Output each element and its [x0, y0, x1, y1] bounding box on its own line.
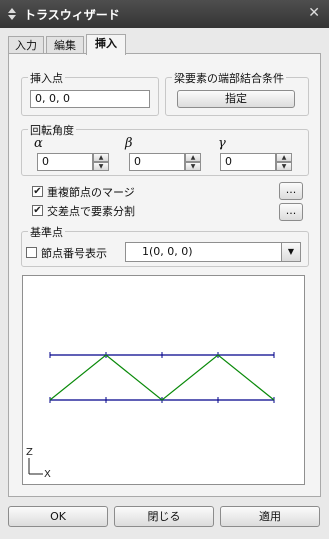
axis-z-label: Z — [26, 447, 33, 458]
truss-web-members — [49, 354, 275, 401]
show-node-number-checkbox[interactable] — [26, 247, 37, 258]
tab-panel: 挿入点 0, 0, 0 梁要素の端部結合条件 指定 回転角度 α 0 ▲ ▼ β… — [8, 53, 321, 497]
axis-indicator: Z X — [26, 447, 51, 480]
show-node-number-label: 節点番号表示 — [41, 247, 107, 260]
beta-input[interactable]: 0 — [129, 153, 185, 171]
beta-spinbox: 0 ▲ ▼ — [129, 153, 201, 171]
close-button[interactable]: 閉じる — [114, 506, 214, 527]
axis-x-label: X — [44, 469, 51, 480]
base-node-value: 1(0, 0, 0) — [142, 245, 193, 258]
merge-options-button[interactable]: ... — [279, 182, 303, 200]
truss-preview: Z X — [22, 275, 305, 485]
tab-input[interactable]: 入力 — [8, 36, 44, 54]
gamma-label: γ — [218, 136, 226, 151]
base-point-title: 基準点 — [28, 224, 65, 240]
title-bar: トラスウィザード ✕ — [0, 0, 329, 28]
chevron-down-icon[interactable]: ▼ — [281, 243, 300, 261]
gamma-down-icon[interactable]: ▼ — [276, 162, 292, 171]
rotation-group: 回転角度 α 0 ▲ ▼ β 0 ▲ ▼ γ 0 ▲ ▼ — [21, 122, 309, 176]
beam-end-title: 梁要素の端部結合条件 — [172, 70, 286, 86]
insert-point-group: 挿入点 0, 0, 0 — [21, 70, 159, 116]
apply-button[interactable]: 適用 — [220, 506, 320, 527]
insert-point-title: 挿入点 — [28, 70, 65, 86]
alpha-down-icon[interactable]: ▼ — [93, 162, 109, 171]
insert-point-input[interactable]: 0, 0, 0 — [30, 90, 150, 108]
split-elements-label: 交差点で要素分割 — [47, 205, 135, 218]
beta-down-icon[interactable]: ▼ — [185, 162, 201, 171]
base-node-select[interactable]: 1(0, 0, 0) ▼ — [125, 242, 301, 262]
truss-top-chord — [49, 352, 275, 358]
alpha-label: α — [34, 136, 43, 151]
split-elements-checkbox[interactable]: ✔ — [32, 205, 43, 216]
alpha-up-icon[interactable]: ▲ — [93, 153, 109, 162]
gamma-input[interactable]: 0 — [220, 153, 276, 171]
alpha-spinbox: 0 ▲ ▼ — [37, 153, 109, 171]
merge-nodes-checkbox[interactable]: ✔ — [32, 186, 43, 197]
ok-button[interactable]: OK — [8, 506, 108, 527]
truss-preview-canvas: Z X — [26, 352, 275, 480]
tab-edit[interactable]: 編集 — [46, 36, 84, 54]
base-point-group: 基準点 節点番号表示 1(0, 0, 0) ▼ — [21, 224, 309, 267]
merge-nodes-label: 重複節点のマージ — [47, 186, 135, 199]
window-title: トラスウィザード — [24, 8, 120, 22]
split-options-button[interactable]: ... — [279, 203, 303, 221]
window-menu-icon[interactable] — [7, 8, 17, 20]
alpha-input[interactable]: 0 — [37, 153, 93, 171]
close-icon[interactable]: ✕ — [308, 5, 320, 21]
beta-label: β — [125, 136, 133, 151]
beta-up-icon[interactable]: ▲ — [185, 153, 201, 162]
beam-end-group: 梁要素の端部結合条件 指定 — [165, 70, 309, 116]
tab-insert[interactable]: 挿入 — [86, 34, 126, 55]
gamma-spinbox: 0 ▲ ▼ — [220, 153, 292, 171]
gamma-up-icon[interactable]: ▲ — [276, 153, 292, 162]
specify-button[interactable]: 指定 — [177, 90, 295, 108]
